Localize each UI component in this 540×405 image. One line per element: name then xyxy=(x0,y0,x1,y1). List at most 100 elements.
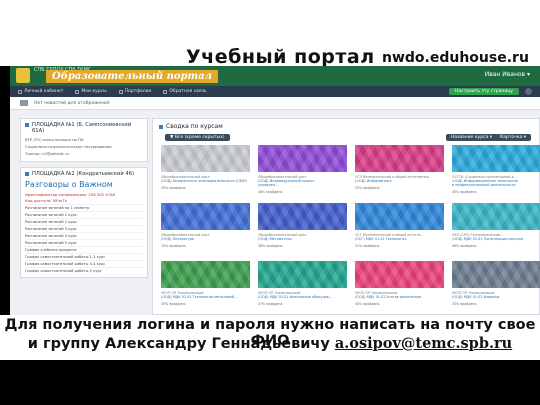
menu-item-feedback[interactable]: Обратная связь xyxy=(163,89,207,94)
schedule-link[interactable]: График учебного процесса xyxy=(25,246,143,253)
course-name-link[interactable]: (ОСГ) МДК 01.01 Технология xyxy=(355,237,444,241)
course-name-link[interactable]: (ООД) МДК 01.02 Агатке физическое xyxy=(355,295,444,299)
course-card[interactable]: Общеобразовательный цикл (ООД) Безопаснос… xyxy=(161,145,250,201)
course-card[interactable]: ОСТСВ. (Социально-гуманитарный д... (ООД)… xyxy=(452,145,540,201)
course-card-image[interactable] xyxy=(161,261,250,288)
course-card-image[interactable] xyxy=(258,261,347,288)
course-name-link[interactable]: (ООД) Информатика xyxy=(355,179,444,183)
courses-icon xyxy=(75,89,80,94)
menu-item-dashboard[interactable]: Личный кабинет xyxy=(18,89,63,94)
course-card[interactable]: ОСГ Математический и общий естеств... (ОС… xyxy=(355,203,444,259)
course-card[interactable]: ОГЭ Математический и общий естественно..… xyxy=(355,145,444,201)
course-card-image[interactable] xyxy=(452,145,540,172)
course-card[interactable]: ЭКОП ОП 'Коммуникация' (ООД) МДК 01.01 Те… xyxy=(161,261,250,315)
block-icon xyxy=(159,124,163,129)
portal-navbar: СПБ ГБПОУ СПб ТКМС Образовательный порта… xyxy=(10,66,540,86)
portal-screenshot: СПБ ГБПОУ СПб ТКМС Образовательный порта… xyxy=(10,66,540,315)
course-progress: 33% пройдено xyxy=(452,302,477,306)
site1-link[interactable]: Социально-психологическое тестирование xyxy=(25,144,143,149)
block-icon xyxy=(25,172,29,176)
menu-label: Обратная связь xyxy=(169,89,207,94)
contact-email[interactable]: a.osipov@temc.spb.ru xyxy=(335,335,512,352)
course-card[interactable]: Общеобразовательный цикл (ООД) Математика… xyxy=(258,203,347,259)
course-progress: 45% пройдено xyxy=(161,186,186,190)
site1-link[interactable]: ВТР (ТО) консультация по ПК xyxy=(25,137,143,142)
filter-dropdown[interactable]: ▼ Все (кроме скрытых) xyxy=(165,134,230,141)
course-grid: Общеобразовательный цикл (ООД) Безопаснос… xyxy=(161,145,540,315)
course-progress: 52% пройдено xyxy=(355,186,380,190)
portal-brand[interactable]: Образовательный портал xyxy=(46,70,218,83)
menu-item-my-courses[interactable]: Мои курсы xyxy=(75,89,107,94)
schedule-link[interactable]: Расписание занятий на 1 семестр xyxy=(25,204,143,211)
course-name-link[interactable]: (ООД) Математика xyxy=(258,237,347,241)
news-icon xyxy=(20,100,28,106)
course-card[interactable]: Общеобразовательный цикл (ООД) Индивидуал… xyxy=(258,145,347,201)
view-dropdown[interactable]: Карточка ▾ xyxy=(494,134,531,141)
feedback-icon xyxy=(163,89,168,94)
course-progress: 44% пройдено xyxy=(355,302,380,306)
course-name-link[interactable]: (ООД) Безопасность жизнедеятельности (ОБ… xyxy=(161,179,250,183)
course-card-image[interactable] xyxy=(355,145,444,172)
notifications-icon[interactable] xyxy=(525,88,532,95)
course-name-line-2[interactable]: в профессиональной деятельности xyxy=(452,183,540,187)
course-card-image[interactable] xyxy=(452,261,540,288)
course-progress: 48% пройдено xyxy=(258,190,283,194)
menu-label: Портфолио xyxy=(124,89,152,94)
course-card[interactable]: ЭКОП ОП 'Коммуникация' (ООД) МДК 01.02 Аг… xyxy=(355,261,444,315)
course-card[interactable]: Общеобразовательный цикл (ООД) Литература… xyxy=(161,203,250,259)
schedule-link[interactable]: Расписание занятий 4 курс xyxy=(25,232,143,239)
menu-label: Личный кабинет xyxy=(24,89,64,94)
portfolio-icon xyxy=(118,89,123,94)
course-progress: 30% пройдено xyxy=(161,302,186,306)
course-card-image[interactable] xyxy=(355,203,444,230)
course-card-image[interactable] xyxy=(258,145,347,172)
conference-id: Идентификатор конференции: 236 502 4158 xyxy=(25,192,115,197)
left-sidebar: ПЛОЩАДКА №1 (Б. Сампсониевский 61А) ВТР … xyxy=(20,118,148,315)
course-progress: 41% пройдено xyxy=(355,244,380,248)
course-card[interactable]: ЭКОП ОП 'Коммуникация' (ООД) МДК 01.01 Фи… xyxy=(258,261,347,315)
site2-block: ПЛОЩАДКА №2 (Кондратьевский 46) Разговор… xyxy=(20,167,148,278)
sort-dropdown[interactable]: Название курса ▾ xyxy=(445,134,497,141)
course-name-link[interactable]: (ООД) Литература xyxy=(161,237,250,241)
course-name-link[interactable]: (ООД) МДК 01.01 Физическое оборудов... xyxy=(258,295,347,299)
site1-title: ПЛОЩАДКА №1 (Б. Сампсониевский 61А) xyxy=(25,122,143,134)
course-card[interactable]: ОКП (СПО) Технологический... (ООД) МДК 01… xyxy=(452,203,540,259)
customize-page-button[interactable]: Настроить эту страницу xyxy=(449,88,519,95)
schedule-link[interactable]: Расписание занятий 5 курс xyxy=(25,239,143,246)
course-filters: ▼ Все (кроме скрытых) Название курса ▾ К… xyxy=(153,134,539,144)
site1-title-text: ПЛОЩАДКА №1 (Б. Сампсониевский 61А) xyxy=(32,122,132,134)
schedule-link[interactable]: Расписание занятий 1 курс xyxy=(25,211,143,218)
dashboard-icon xyxy=(18,89,22,94)
course-card-image[interactable] xyxy=(258,203,347,230)
course-progress: 38% пройдено xyxy=(258,244,283,248)
course-name-link[interactable]: (ООД) МДК 01.02 Фиранца xyxy=(452,295,540,299)
schedule-link[interactable]: График самостоятельной работы 1-2 курс xyxy=(25,253,143,260)
site1-link[interactable]: Тьютор: ivf@petrotc.ru xyxy=(25,151,143,156)
course-overview-title-text: Сводка по курсам xyxy=(166,123,223,130)
course-card-image[interactable] xyxy=(452,203,540,230)
schedule-link[interactable]: Расписание занятий 2 курс xyxy=(25,218,143,225)
caption-line-2-text: и группу Александру Геннадьевичу xyxy=(27,336,335,352)
site-url[interactable]: nwdo.eduhouse.ru xyxy=(382,50,529,66)
schedule-link[interactable]: График самостоятельной работы 5 курс xyxy=(25,267,143,274)
menu-item-portfolio[interactable]: Портфолио xyxy=(118,89,152,94)
important-talks-link[interactable]: Разговоры о Важном xyxy=(25,180,143,189)
course-card-image[interactable] xyxy=(161,203,250,230)
course-name-link[interactable]: (ООД) МДК 01.01 Организация портала xyxy=(452,237,540,241)
schedule-link[interactable]: График самостоятельной работы 3-4 курс xyxy=(25,260,143,267)
slide-headline: Учебный портал xyxy=(186,46,375,68)
course-card-image[interactable] xyxy=(161,145,250,172)
course-name-link[interactable]: (ООД) МДК 01.01 Технологии металлооб... xyxy=(161,295,250,299)
schedule-link[interactable]: Расписание занятий 3 курс xyxy=(25,225,143,232)
course-progress: 46% пройдено xyxy=(452,244,477,248)
schedule-list: Расписание занятий на 1 семестр Расписани… xyxy=(25,204,143,274)
course-progress: 37% пройдено xyxy=(258,302,283,306)
college-logo-icon[interactable] xyxy=(16,68,30,83)
site2-title-text: ПЛОЩАДКА №2 (Кондратьевский 46) xyxy=(32,171,135,177)
course-overview: Сводка по курсам ▼ Все (кроме скрытых) Н… xyxy=(152,118,540,315)
access-code: Код доступа: 5lFzsTh xyxy=(25,198,67,203)
course-name-line-2[interactable]: управлен... xyxy=(258,183,347,187)
user-menu[interactable]: Иван Иванов ▾ xyxy=(485,71,530,78)
course-card-image[interactable] xyxy=(355,261,444,288)
course-card[interactable]: ЭКОП ОП 'Коммуникация' (ООД) МДК 01.02 Фи… xyxy=(452,261,540,315)
